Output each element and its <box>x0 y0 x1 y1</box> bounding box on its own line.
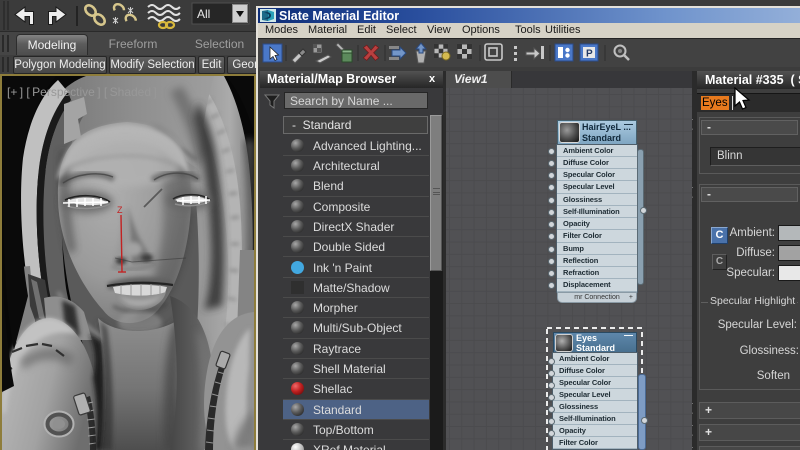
svg-text:All: All <box>197 7 210 21</box>
svg-text:Z: Z <box>117 205 123 215</box>
svg-text:P: P <box>586 49 593 60</box>
